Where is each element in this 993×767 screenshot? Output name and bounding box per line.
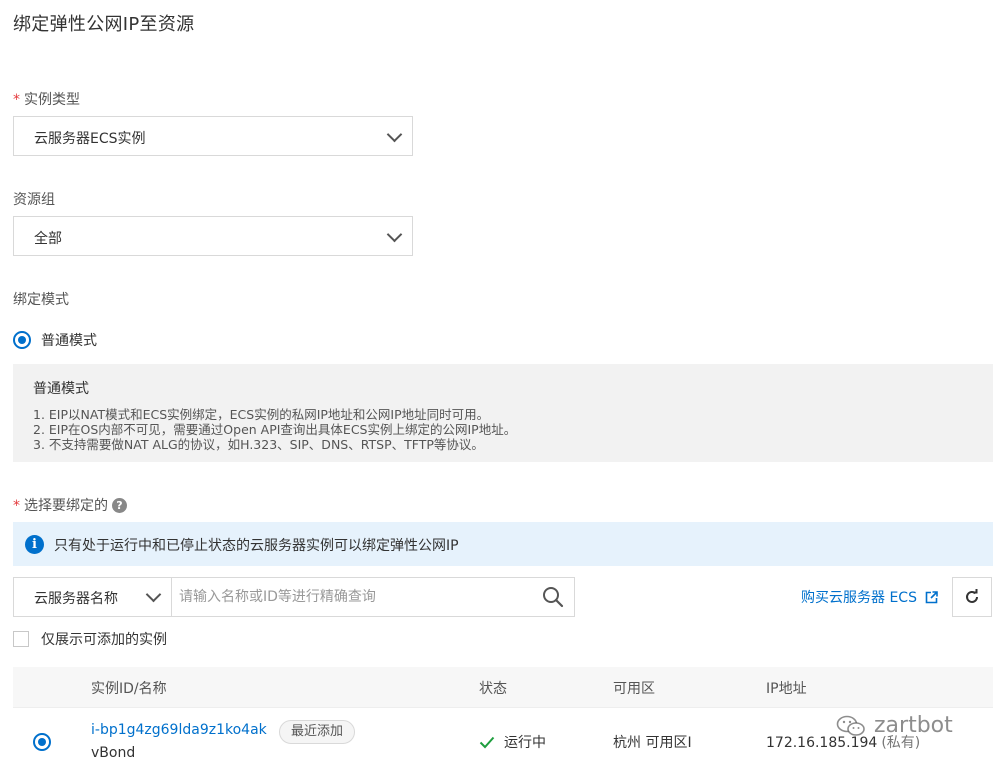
column-header-instance: 实例ID/名称 [91, 681, 167, 697]
select-bind-label: * 选择要绑定的? [13, 495, 127, 515]
description-line: 2. EIP在OS内部不可见，需要通过Open API查询出具体ECS实例上绑定… [33, 422, 517, 437]
chevron-down-icon [387, 229, 401, 243]
column-header-ip: IP地址 [766, 681, 807, 697]
description-line: 3. 不支持需要做NAT ALG的协议，如H.323、SIP、DNS、RTSP、… [33, 437, 484, 452]
select-bind-label-text: 选择要绑定的 [24, 498, 108, 514]
resource-group-value: 全部 [34, 231, 62, 247]
resource-group-select[interactable]: 全部 [13, 216, 413, 256]
check-icon [479, 736, 495, 749]
external-link-icon [925, 590, 938, 603]
instance-status: 运行中 [479, 732, 546, 752]
watermark-text: zartbot [874, 713, 953, 738]
bind-mode-option-label: 普通模式 [41, 333, 97, 349]
instance-type-label-text: 实例类型 [24, 92, 80, 108]
question-circle-icon[interactable]: ? [112, 498, 127, 513]
row-radio-selected-icon[interactable] [33, 733, 51, 751]
instance-status-text: 运行中 [504, 735, 546, 751]
instance-id-link[interactable]: i-bp1g4zg69lda9z1ko4ak [91, 722, 267, 738]
bind-mode-label: 绑定模式 [13, 292, 69, 308]
bind-mode-description: 普通模式 1. EIP以NAT模式和ECS实例绑定，ECS实例的私网IP地址和公… [13, 364, 993, 462]
search-type-value: 云服务器名称 [34, 591, 118, 607]
instance-name: vBond [91, 745, 136, 761]
page-title: 绑定弹性公网IP至资源 [13, 14, 195, 35]
required-mark: * [13, 498, 20, 514]
search-group: 云服务器名称 [13, 577, 575, 617]
info-circle-icon: i [25, 535, 44, 554]
search-icon[interactable] [542, 586, 564, 608]
refresh-button[interactable] [952, 577, 992, 617]
wechat-icon [836, 715, 865, 736]
bind-mode-description-title: 普通模式 [33, 381, 89, 397]
chevron-down-icon [387, 129, 401, 143]
column-header-status: 状态 [479, 681, 507, 697]
instance-type-value: 云服务器ECS实例 [34, 131, 146, 147]
refresh-icon [966, 589, 978, 603]
instance-type-select[interactable]: 云服务器ECS实例 [13, 116, 413, 156]
info-banner: i 只有处于运行中和已停止状态的云服务器实例可以绑定弹性公网IP [13, 522, 993, 566]
column-header-zone: 可用区 [613, 681, 655, 697]
only-addable-label: 仅展示可添加的实例 [41, 632, 167, 648]
info-banner-text: 只有处于运行中和已停止状态的云服务器实例可以绑定弹性公网IP [54, 538, 459, 554]
table-header: 实例ID/名称 状态 可用区 IP地址 [13, 667, 993, 707]
radio-selected-icon[interactable] [13, 331, 31, 349]
bind-mode-option-normal[interactable]: 普通模式 [13, 330, 97, 350]
required-mark: * [13, 92, 20, 108]
search-type-select[interactable]: 云服务器名称 [14, 578, 172, 616]
resource-group-label: 资源组 [13, 192, 55, 208]
description-line: 1. EIP以NAT模式和ECS实例绑定，ECS实例的私网IP地址和公网IP地址… [33, 407, 490, 422]
instance-type-label: * 实例类型 [13, 89, 80, 109]
instance-zone: 杭州 可用区I [613, 735, 692, 751]
chevron-down-icon [146, 589, 160, 603]
only-addable-filter[interactable]: 仅展示可添加的实例 [13, 629, 167, 649]
buy-ecs-link[interactable]: 购买云服务器 ECS [801, 587, 938, 607]
checkbox[interactable] [13, 631, 29, 647]
recently-added-tag: 最近添加 [279, 720, 356, 744]
buy-ecs-link-text: 购买云服务器 ECS [801, 590, 917, 606]
search-input[interactable] [179, 584, 524, 610]
watermark: zartbot [836, 713, 953, 738]
